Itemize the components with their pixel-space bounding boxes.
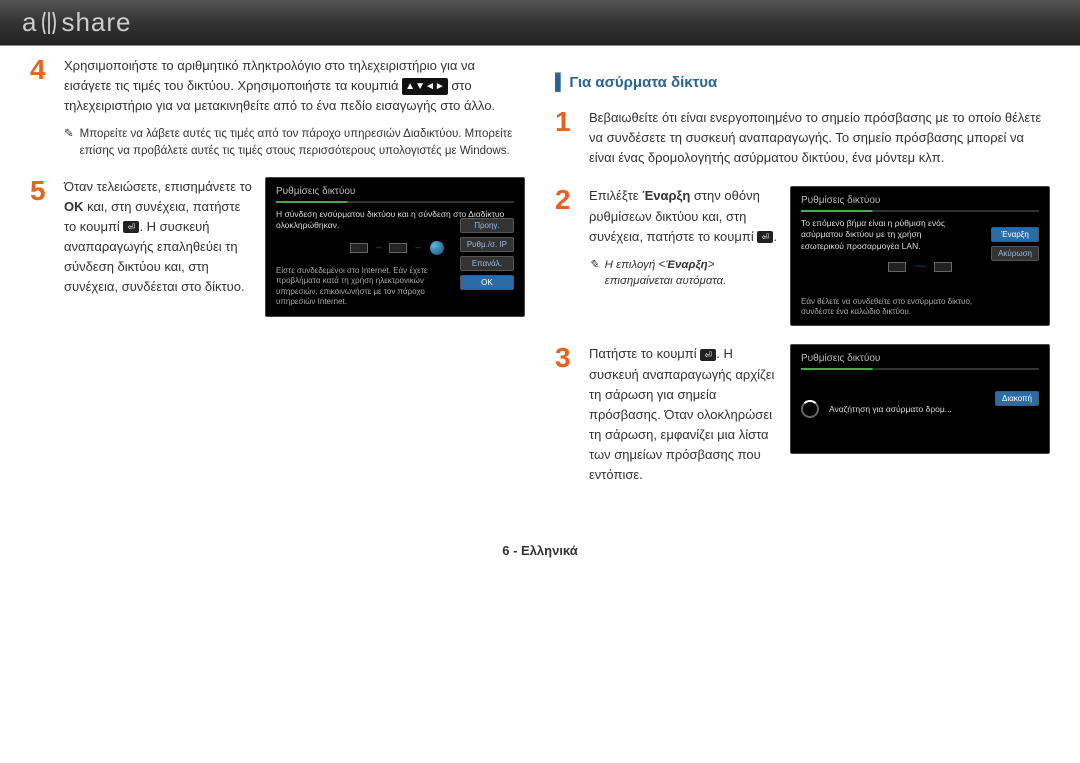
ss-msg: Αναζήτηση για ασύρματο δρομ... (829, 404, 952, 415)
step4-note: ✎ Μπορείτε να λάβετε αυτές τις τιμές από… (64, 126, 525, 158)
device-icon (888, 262, 906, 272)
logo-bars-icon (39, 10, 59, 36)
step-3: 3 Πατήστε το κουμπί ⏎. Η συσκευή αναπαρα… (555, 344, 1050, 485)
screenshot-step2: Ρυθμίσεις δικτύου Το επόμενο βήμα είναι … (790, 186, 1050, 326)
router-icon (934, 262, 952, 272)
screenshot-step5: Ρυθμίσεις δικτύου Η σύνδεση ενσύρματου δ… (265, 177, 525, 317)
ss-prev-button[interactable]: Προηγ. (460, 218, 514, 233)
step-number: 4 (30, 56, 64, 159)
ss-title: Ρυθμίσεις δικτύου (276, 186, 514, 197)
device-icon (350, 243, 368, 253)
step-number: 2 (555, 186, 589, 326)
enter-icon: ⏎ (700, 349, 716, 361)
step2-note: ✎ Η επιλογή <Έναρξη> επισημαίνεται αυτόμ… (589, 257, 778, 289)
enter-icon: ⏎ (757, 231, 773, 243)
step-2: 2 Επιλέξτε Έναρξη στην οθόνη ρυθμίσεων δ… (555, 186, 1050, 326)
note-icon: ✎ (64, 126, 74, 158)
logo: a share (22, 7, 132, 38)
ss-footer: Εάν θέλετε να συνδεθείτε στο ενσύρματο δ… (801, 297, 979, 318)
ss-ip-button[interactable]: Ρυθμ./σ. IP (460, 237, 514, 252)
ss-ok-button[interactable]: OK (460, 275, 514, 290)
ss-stop-button[interactable]: Διακοπή (995, 391, 1039, 406)
enter-icon: ⏎ (123, 221, 139, 233)
screenshot-step3: Ρυθμίσεις δικτύου Αναζήτηση για ασύρματο… (790, 344, 1050, 485)
content: 4 Χρησιμοποιήστε το αριθμητικό πληκτρολό… (0, 46, 1080, 523)
step-4: 4 Χρησιμοποιήστε το αριθμητικό πληκτρολό… (30, 56, 525, 159)
ss-footer: Είστε συνδεδεμένοι στο Internet. Εάν έχε… (276, 266, 454, 308)
ss-msg: Το επόμενο βήμα είναι η ρύθμιση ενός ασύ… (801, 218, 961, 251)
ss-cancel-button[interactable]: Ακύρωση (991, 246, 1039, 261)
step-number: 5 (30, 177, 64, 317)
step-1: 1 Βεβαιωθείτε ότι είναι ενεργοποιημένο τ… (555, 108, 1050, 168)
section-title: ▌Για ασύρματα δίκτυα (555, 74, 1050, 92)
step-number: 1 (555, 108, 589, 168)
note-icon: ✎ (589, 257, 599, 289)
arrow-keys-icon: ▲▼◄► (402, 78, 448, 96)
ss-title: Ρυθμίσεις δικτύου (801, 195, 1039, 206)
ss-start-button[interactable]: Έναρξη (991, 227, 1039, 242)
right-column: ▌Για ασύρματα δίκτυα 1 Βεβαιωθείτε ότι ε… (555, 56, 1050, 503)
header: a share (0, 0, 1080, 46)
ss-retry-button[interactable]: Επανάλ. (460, 256, 514, 271)
ss-title: Ρυθμίσεις δικτύου (801, 353, 1039, 364)
step-5: 5 Όταν τελειώσετε, επισημάνετε το OK και… (30, 177, 525, 317)
spinner-icon (801, 400, 819, 418)
globe-icon (430, 241, 444, 255)
step-number: 3 (555, 344, 589, 485)
page-footer: 6 - Ελληνικά (0, 543, 1080, 558)
router-icon (389, 243, 407, 253)
left-column: 4 Χρησιμοποιήστε το αριθμητικό πληκτρολό… (30, 56, 525, 503)
